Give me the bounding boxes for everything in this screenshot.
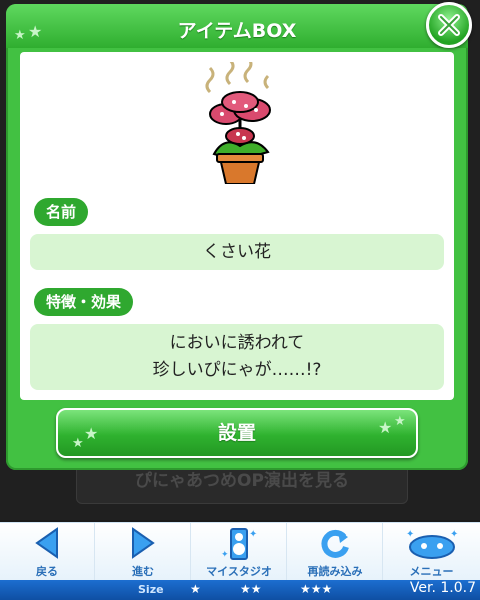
size-medium-option[interactable]: ★★ [240,582,262,596]
nav-back-label: 戻る [36,565,58,578]
reload-icon [321,529,349,558]
nav-reload-label: 再読み込み [307,565,363,578]
nav-mystudio-label: マイスタジオ [206,565,272,578]
forward-arrow-icon [132,527,155,559]
item-name-value: くさい花 [30,234,444,270]
status-bar: Size ★ ★★ ★★★ Ver. 1.0.7 [0,580,480,600]
smelly-flower-icon [205,62,271,184]
speaker-icon: ✦ ✦ [221,528,257,560]
feature-line-2: 珍しいぴにゃが……!? [152,360,322,380]
nav-forward-button[interactable]: 進む [96,523,191,581]
item-box-dialog: ★ ★ アイテムBOX 名前 くさい花 特徴・効果 においに誘われて 珍しいぴに… [6,2,472,470]
place-button[interactable]: ★ ★ ★ ★ 設置 [56,408,418,458]
nav-menu-label: メニュー [409,565,454,578]
svg-text:✦: ✦ [450,529,458,540]
svg-text:✦: ✦ [221,550,229,560]
dialog-title: アイテムBOX [177,20,297,42]
item-detail-panel: 名前 くさい花 特徴・効果 においに誘われて 珍しいぴにゃが……!? [20,52,454,400]
bottom-nav: 戻る 進む ✦ ✦ マイスタジオ 再読み込み ✦ ✦ メニュー [0,522,480,581]
svg-text:✦: ✦ [249,529,257,540]
size-large-option[interactable]: ★★★ [300,582,332,596]
nav-mystudio-button[interactable]: ✦ ✦ マイスタジオ [192,523,287,581]
name-label: 名前 [34,198,89,226]
item-feature-value: においに誘われて 珍しいぴにゃが……!? [30,324,444,390]
svg-text:✦: ✦ [406,529,414,540]
nav-menu-button[interactable]: ✦ ✦ メニュー [384,523,479,581]
feature-label: 特徴・効果 [34,288,134,316]
close-button[interactable] [426,2,472,48]
nav-back-button[interactable]: 戻る [0,523,95,581]
nav-forward-label: 進む [132,565,154,578]
back-arrow-icon [35,527,58,559]
size-small-option[interactable]: ★ [190,582,201,596]
close-icon [438,14,460,36]
size-label: Size [138,583,164,596]
dialog-header: ★ ★ アイテムBOX [6,4,468,48]
nav-reload-button[interactable]: 再読み込み [288,523,383,581]
menu-icon: ✦ ✦ [406,529,458,559]
feature-line-1: においに誘われて [169,333,305,353]
version-text: Ver. 1.0.7 [409,580,476,596]
place-button-label: 設置 [217,422,256,444]
